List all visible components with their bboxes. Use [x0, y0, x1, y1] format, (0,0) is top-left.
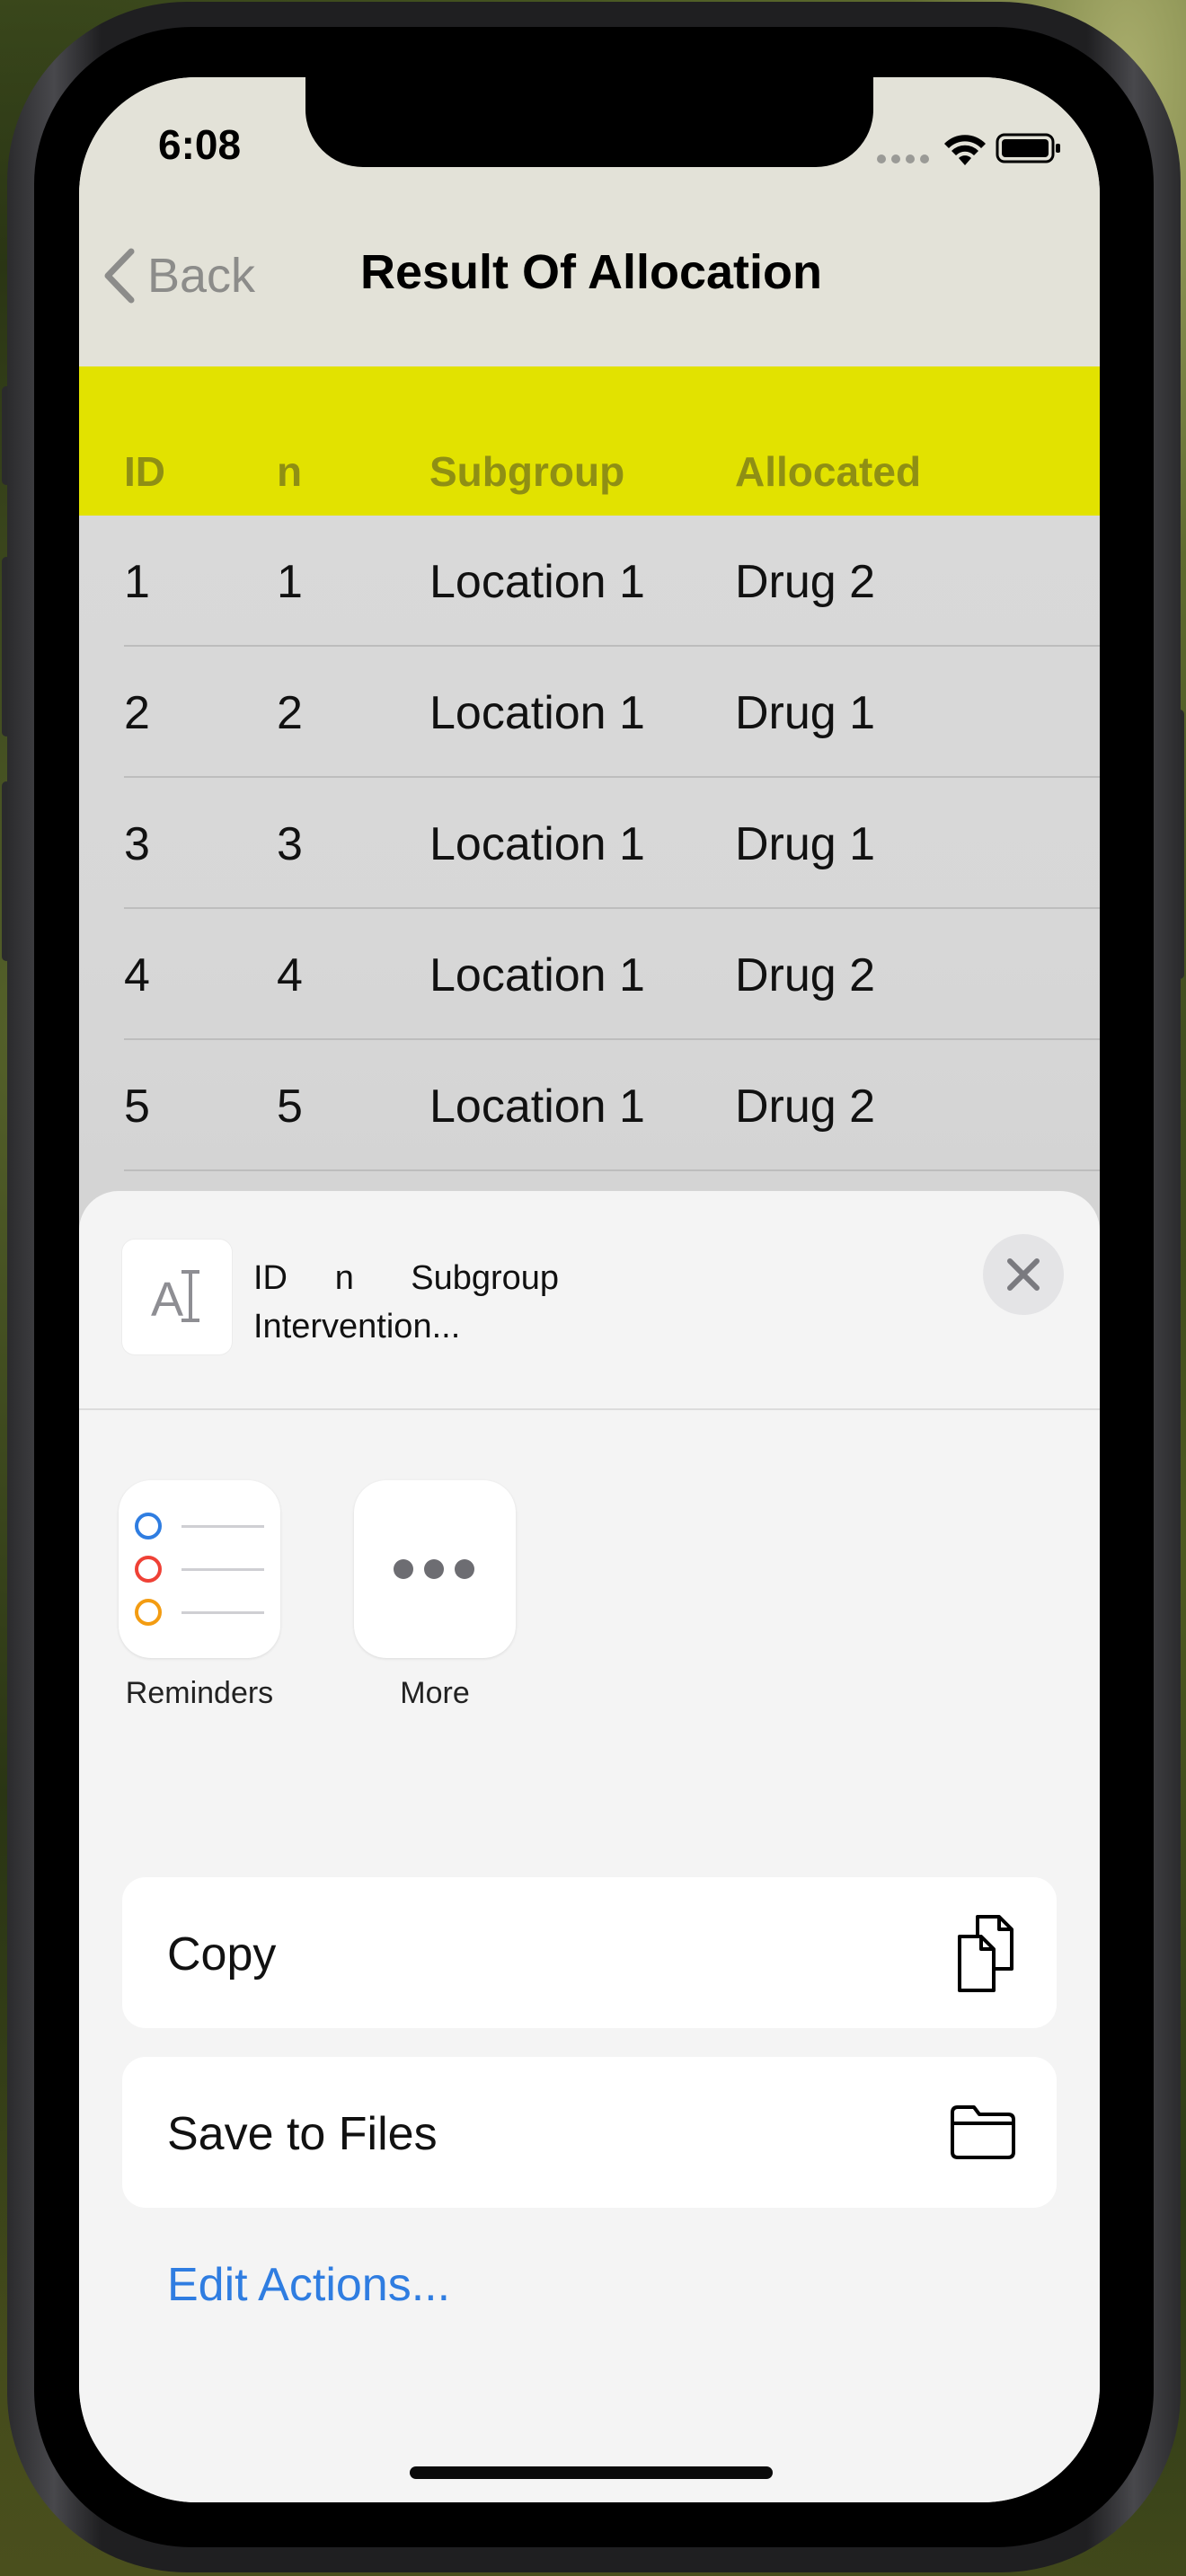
- cell-id: 2: [124, 687, 150, 739]
- status-time: 6:08: [158, 121, 242, 168]
- table-header: ID n Subgroup Allocated: [79, 366, 1100, 516]
- share-app-label: Reminders: [125, 1676, 274, 1710]
- cell-n: 3: [277, 818, 303, 870]
- table-row[interactable]: 3 3 Location 1 Drug 1: [79, 778, 1100, 909]
- cell-allocated: Drug 2: [735, 1081, 876, 1133]
- cell-allocated: Drug 1: [735, 687, 876, 739]
- cell-id: 4: [124, 949, 150, 1001]
- copy-action[interactable]: Copy: [122, 1877, 1057, 2028]
- edit-actions-link[interactable]: Edit Actions...: [167, 2258, 450, 2312]
- cell-n: 2: [277, 687, 303, 739]
- more-icon: [354, 1480, 516, 1658]
- column-header-n: n: [277, 448, 303, 495]
- share-app-more[interactable]: More: [354, 1480, 516, 1711]
- column-header-subgroup: Subgroup: [429, 448, 625, 495]
- screen: 6:08 Back Result Of Allocation ID n Subg…: [79, 77, 1100, 2502]
- action-label: Save to Files: [167, 2108, 438, 2160]
- cell-subgroup: Location 1: [429, 818, 645, 870]
- page-title: Result Of Allocation: [359, 245, 823, 299]
- notch: [305, 77, 873, 167]
- folder-icon: [951, 2105, 1015, 2159]
- row-separator: [124, 1169, 1100, 1171]
- table-row[interactable]: 4 4 Location 1 Drug 2: [79, 909, 1100, 1040]
- reminders-icon: [119, 1480, 280, 1658]
- cell-n: 5: [277, 1081, 303, 1133]
- column-header-id: ID: [124, 448, 165, 495]
- copy-icon: [958, 1915, 1013, 1992]
- cell-n: 1: [277, 556, 303, 608]
- share-app-label: More: [400, 1676, 470, 1710]
- cell-allocated: Drug 2: [735, 949, 876, 1001]
- cell-n: 4: [277, 949, 303, 1001]
- save-to-files-action[interactable]: Save to Files: [122, 2057, 1057, 2208]
- wifi-icon: [944, 135, 986, 165]
- close-button[interactable]: [983, 1234, 1064, 1315]
- navigation-bar: 6:08 Back Result Of Allocation: [79, 77, 1100, 366]
- preview-line-1: ID n Subgroup: [253, 1259, 560, 1297]
- preview-line-2: Intervention...: [253, 1308, 461, 1345]
- cell-id: 3: [124, 818, 150, 870]
- cell-subgroup: Location 1: [429, 556, 645, 608]
- cellular-signal-icon: [877, 154, 929, 163]
- table-row[interactable]: 2 2 Location 1 Drug 1: [79, 647, 1100, 778]
- close-icon: [1007, 1258, 1040, 1291]
- cell-allocated: Drug 1: [735, 818, 876, 870]
- cell-id: 1: [124, 556, 150, 608]
- action-label: Copy: [167, 1928, 277, 1981]
- home-indicator[interactable]: [410, 2466, 773, 2479]
- battery-icon: [996, 133, 1060, 163]
- cell-subgroup: Location 1: [429, 1081, 645, 1133]
- table-row[interactable]: 1 1 Location 1 Drug 2: [79, 516, 1100, 647]
- share-app-reminders[interactable]: Reminders: [119, 1480, 280, 1711]
- cell-id: 5: [124, 1081, 150, 1133]
- cell-subgroup: Location 1: [429, 949, 645, 1001]
- share-preview-text: ID n Subgroup Intervention...: [253, 1254, 559, 1351]
- table-row[interactable]: 5 5 Location 1 Drug 2: [79, 1040, 1100, 1171]
- sheet-divider: [79, 1408, 1100, 1410]
- share-sheet: A ID n Subgroup Intervention... Reminder…: [79, 1191, 1100, 2502]
- cell-subgroup: Location 1: [429, 687, 645, 739]
- cell-allocated: Drug 2: [735, 556, 876, 608]
- text-document-icon: A: [122, 1239, 232, 1354]
- column-header-allocated: Allocated: [735, 448, 922, 495]
